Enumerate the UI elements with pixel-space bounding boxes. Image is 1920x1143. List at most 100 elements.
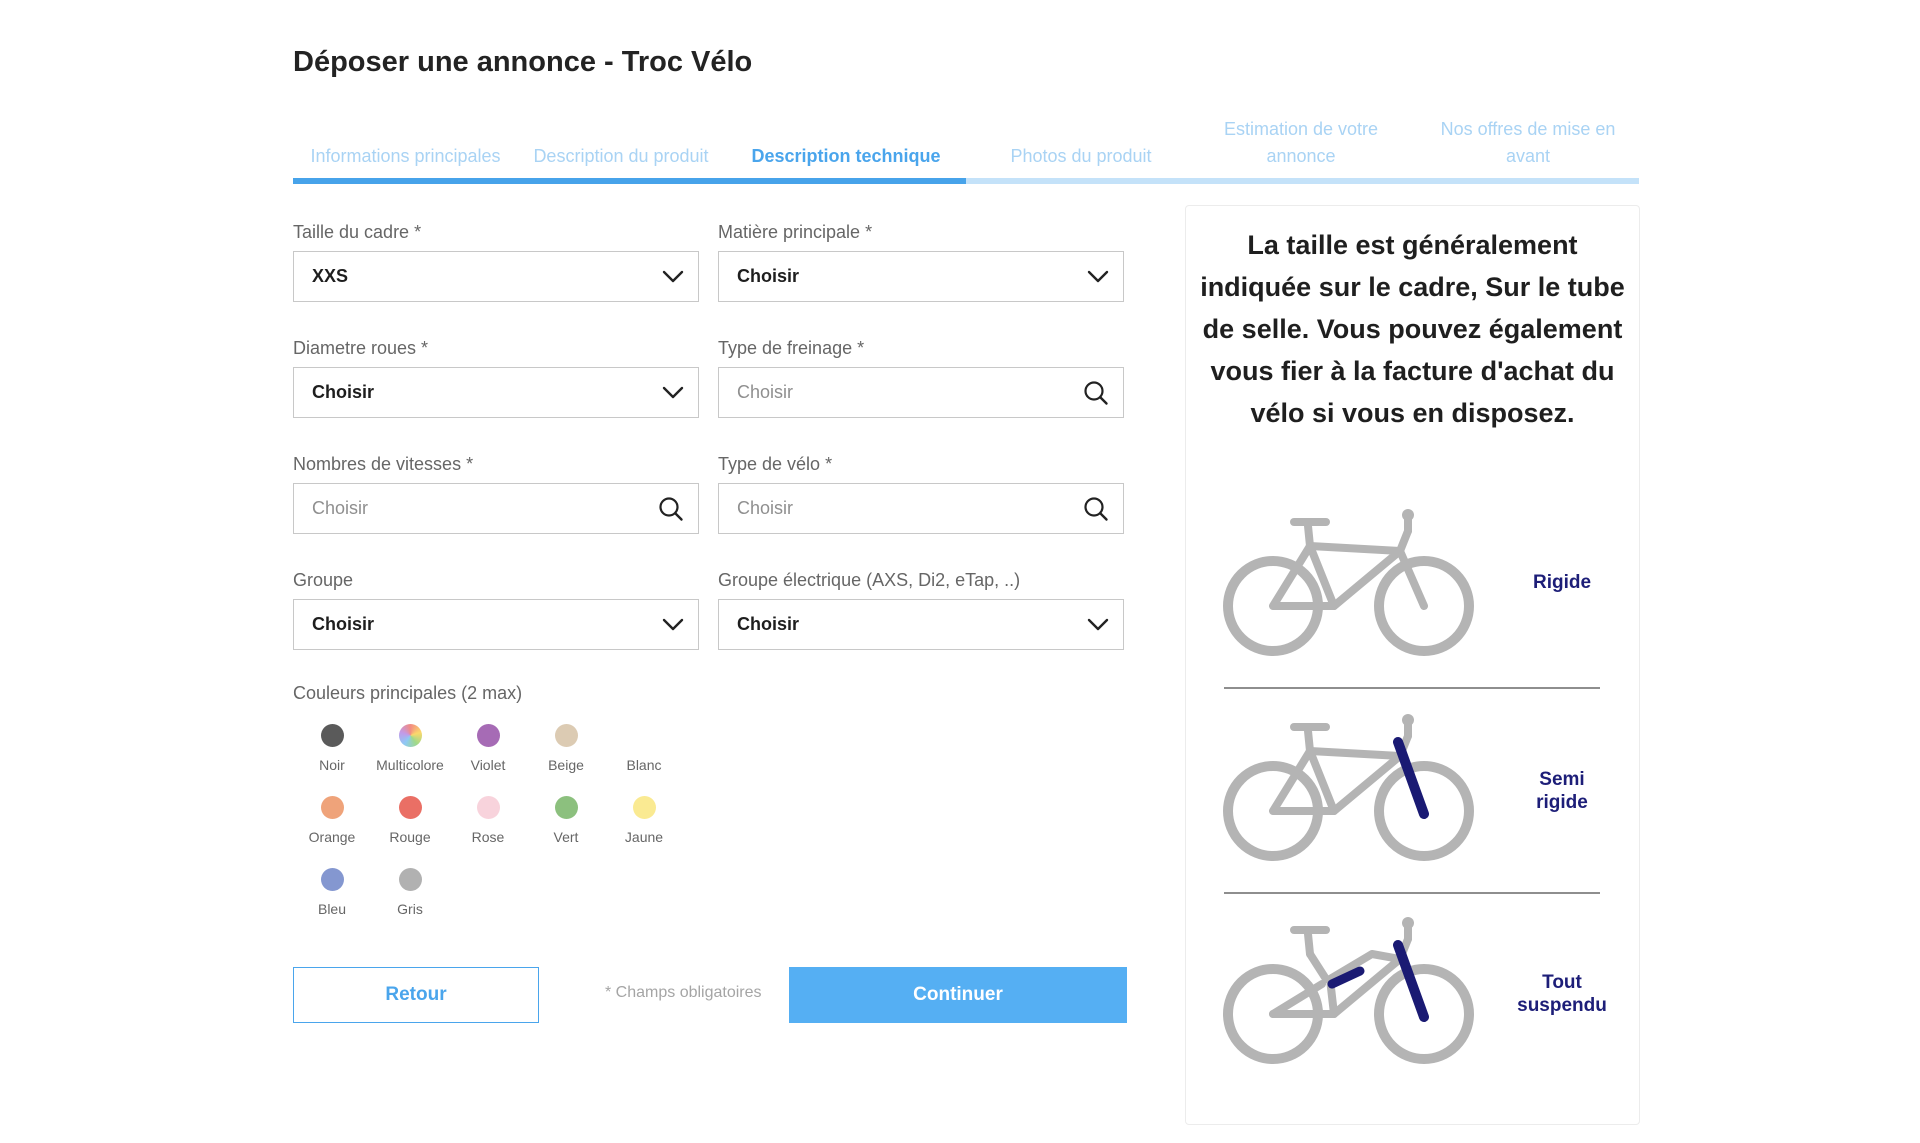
chevron-down-icon [662, 386, 684, 400]
chevron-down-icon [1087, 618, 1109, 632]
electric-groupset-field: Groupe électrique (AXS, Di2, eTap, ..) C… [718, 569, 1124, 650]
color-name: Blanc [626, 757, 662, 773]
size-info-text: La taille est généralement indiquée sur … [1200, 230, 1625, 428]
color-dot [398, 724, 422, 747]
groupset-select[interactable]: Choisir [293, 599, 699, 650]
page-title: Déposer une annonce - Troc Vélo [293, 46, 753, 78]
back-button[interactable]: Retour [293, 967, 539, 1023]
main-material-label: Matière principale * [718, 222, 873, 242]
bike-semi-rigid-label: Semi rigide [1536, 769, 1588, 813]
color-dot [632, 796, 656, 819]
wheel-diameter-label: Diametre roues * [293, 338, 429, 358]
wheel-diameter-value: Choisir [312, 382, 375, 402]
speeds-field: Nombres de vitesses * [293, 453, 699, 534]
color-name: Vert [553, 829, 579, 845]
brake-type-box [718, 367, 1124, 418]
continue-button[interactable]: Continuer [789, 967, 1127, 1023]
groupset-field: Groupe Choisir [293, 569, 699, 650]
search-icon[interactable] [1083, 380, 1109, 406]
color-name: Rose [471, 829, 505, 845]
bike-full-suspension-row: Tout suspendu [1222, 909, 1607, 1074]
color-swatch-violet[interactable]: Violet [449, 720, 527, 782]
color-name: Violet [470, 757, 506, 773]
color-dot [398, 796, 422, 819]
groupset-label: Groupe [293, 570, 354, 590]
color-swatch-blanc[interactable]: Blanc [605, 720, 683, 782]
bike-rigid-label: Rigide [1532, 572, 1592, 593]
frame-size-select[interactable]: XXS [293, 251, 699, 302]
color-dot [320, 724, 344, 747]
chevron-down-icon [662, 270, 684, 284]
color-dot [476, 724, 500, 747]
step-description-produit[interactable]: Description du produit [521, 143, 721, 170]
color-dot [554, 724, 578, 747]
color-name: Jaune [624, 829, 664, 845]
search-icon[interactable] [658, 496, 684, 522]
speeds-label: Nombres de vitesses * [293, 454, 474, 474]
color-swatch-orange[interactable]: Orange [293, 792, 371, 854]
electric-groupset-select[interactable]: Choisir [718, 599, 1124, 650]
main-material-field: Matière principale * Choisir [718, 221, 1124, 302]
stepper: Informations principales Description du … [293, 110, 1639, 186]
bike-full-suspension-icon [1223, 917, 1474, 1064]
wheel-diameter-field: Diametre roues * Choisir [293, 337, 699, 418]
main-material-select[interactable]: Choisir [718, 251, 1124, 302]
bike-type-box [718, 483, 1124, 534]
colors-label: Couleurs principales (2 max) [293, 683, 523, 703]
step-description-technique[interactable]: Description technique [741, 143, 951, 170]
color-name: Rouge [389, 829, 431, 845]
color-swatch-jaune[interactable]: Jaune [605, 792, 683, 854]
required-fields-note: * Champs obligatoires [605, 984, 762, 1001]
step-estimation-annonce[interactable]: Estimation de votre annonce [1211, 116, 1391, 170]
color-dot [320, 868, 344, 891]
color-swatch-rose[interactable]: Rose [449, 792, 527, 854]
step-offres-mise-en-avant[interactable]: Nos offres de mise en avant [1433, 116, 1623, 170]
wheel-diameter-select[interactable]: Choisir [293, 367, 699, 418]
color-name: Beige [548, 757, 584, 773]
frame-size-label: Taille du cadre * [293, 222, 422, 242]
brake-type-label: Type de freinage * [718, 338, 865, 358]
frame-size-field: Taille du cadre * XXS [293, 221, 699, 302]
size-info-panel: La taille est généralement indiquée sur … [1185, 205, 1640, 1125]
color-swatch-noir[interactable]: Noir [293, 720, 371, 782]
color-swatch-beige[interactable]: Beige [527, 720, 605, 782]
color-name: Bleu [317, 901, 347, 917]
electric-groupset-label: Groupe électrique (AXS, Di2, eTap, ..) [718, 570, 1021, 590]
color-dot [554, 796, 578, 819]
bike-type-label: Type de vélo * [718, 454, 833, 474]
groupset-value: Choisir [312, 614, 375, 634]
progress-fill [293, 178, 966, 184]
bike-rigid-row: Rigide [1222, 501, 1602, 666]
electric-groupset-value: Choisir [737, 614, 800, 634]
search-icon[interactable] [1083, 496, 1109, 522]
brake-type-input[interactable] [737, 382, 1057, 403]
step-photos-produit[interactable]: Photos du produit [981, 143, 1181, 170]
frame-size-value: XXS [312, 266, 349, 286]
color-swatch-bleu[interactable]: Bleu [293, 864, 371, 926]
bike-semi-rigid-row: Semi rigide [1222, 706, 1602, 871]
progress-track [293, 178, 1639, 184]
speeds-box [293, 483, 699, 534]
bike-type-input[interactable] [737, 498, 1057, 519]
chevron-down-icon [662, 618, 684, 632]
color-dot [320, 796, 344, 819]
color-swatch-rouge[interactable]: Rouge [371, 792, 449, 854]
color-name: Gris [397, 901, 423, 917]
color-name: Noir [319, 757, 345, 773]
step-informations-principales[interactable]: Informations principales [293, 143, 518, 170]
color-dot [632, 724, 656, 747]
bike-rigid-icon [1223, 509, 1474, 656]
bike-type-field: Type de vélo * [718, 453, 1124, 534]
chevron-down-icon [1087, 270, 1109, 284]
color-name: Orange [308, 829, 356, 845]
color-swatch-gris[interactable]: Gris [371, 864, 449, 926]
color-swatch-multicolore[interactable]: Multicolore [371, 720, 449, 782]
color-dot [476, 796, 500, 819]
color-swatch-vert[interactable]: Vert [527, 792, 605, 854]
color-dot [398, 868, 422, 891]
speeds-input[interactable] [312, 498, 632, 519]
divider [1224, 892, 1600, 894]
bike-full-suspension-label: Tout suspendu [1517, 972, 1607, 1016]
divider [1224, 687, 1600, 689]
brake-type-field: Type de freinage * [718, 337, 1124, 418]
